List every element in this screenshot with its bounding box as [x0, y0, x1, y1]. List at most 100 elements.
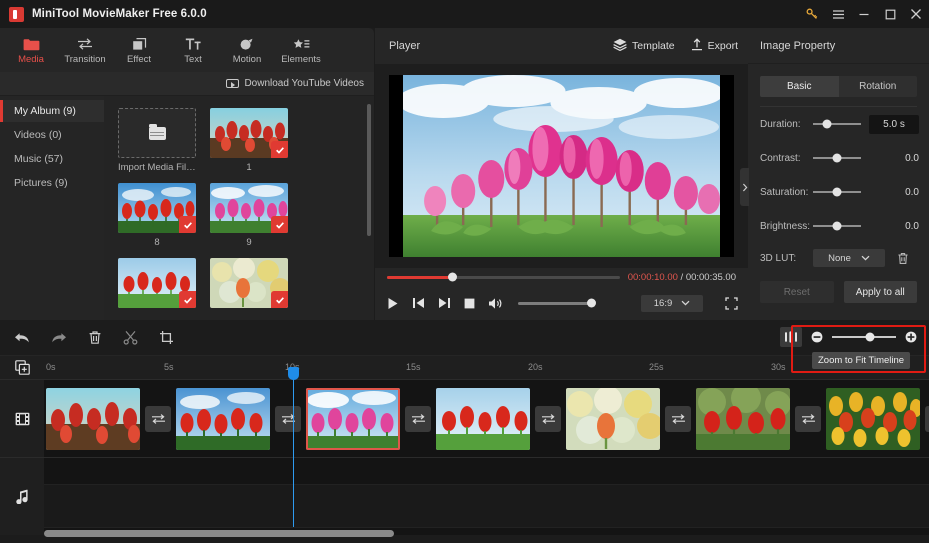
- timeline-clip-selected[interactable]: [306, 387, 400, 450]
- volume-icon[interactable]: [488, 297, 503, 310]
- fit-timeline-icon[interactable]: [780, 327, 802, 347]
- media-item[interactable]: [118, 258, 196, 312]
- ruler-tick: 0s: [46, 361, 56, 372]
- timeline-horizontal-scrollbar[interactable]: [44, 530, 394, 537]
- fullscreen-icon[interactable]: [725, 296, 738, 310]
- timeline-clip[interactable]: [566, 387, 660, 450]
- tab-text[interactable]: Text: [166, 28, 220, 72]
- clip-thumb-red-tulips-green: [696, 387, 790, 450]
- menu-icon[interactable]: [825, 0, 851, 28]
- timeline-zoom-group: [780, 327, 917, 347]
- duration-slider[interactable]: [813, 119, 861, 129]
- video-canvas[interactable]: [389, 75, 734, 257]
- lut-select[interactable]: None: [813, 249, 885, 267]
- sidebar-item-my-album[interactable]: My Album (9): [0, 100, 104, 122]
- reset-button[interactable]: Reset: [760, 281, 834, 303]
- zoom-slider-handle[interactable]: [865, 332, 875, 342]
- next-frame-icon[interactable]: [438, 297, 451, 309]
- aspect-ratio-select[interactable]: 16:9: [641, 294, 703, 312]
- zoom-in-icon[interactable]: [905, 331, 917, 343]
- volume-slider[interactable]: [518, 298, 596, 308]
- effect-squares-icon: [132, 35, 147, 51]
- transition-button[interactable]: [925, 405, 929, 432]
- add-media-icon[interactable]: [0, 360, 44, 375]
- tab-transition[interactable]: Transition: [58, 28, 112, 72]
- stop-icon[interactable]: [464, 298, 475, 309]
- delete-icon[interactable]: [88, 330, 102, 345]
- duration-value[interactable]: 5.0 s: [869, 114, 919, 134]
- media-thumbnail[interactable]: [210, 258, 288, 308]
- transition-button[interactable]: [535, 405, 561, 432]
- import-media-cell[interactable]: Import Media Files: [118, 108, 196, 173]
- split-icon[interactable]: [123, 330, 138, 345]
- contrast-slider[interactable]: [813, 153, 861, 163]
- tab-media[interactable]: Media: [4, 28, 58, 72]
- ruler-track[interactable]: 0s 5s 10s 15s 20s 25s 30s: [44, 356, 929, 380]
- slider-handle[interactable]: [832, 187, 842, 197]
- tab-elements[interactable]: Elements: [274, 28, 328, 72]
- time-separator: /: [677, 271, 686, 283]
- tab-rotation[interactable]: Rotation: [839, 76, 918, 97]
- media-thumbnail[interactable]: [210, 183, 288, 233]
- timeline-clip[interactable]: [696, 387, 790, 450]
- timeline-clip[interactable]: [46, 387, 140, 450]
- sidebar-item-pictures[interactable]: Pictures (9): [0, 172, 104, 194]
- delete-lut-icon[interactable]: [897, 252, 909, 265]
- timeline-zoom-slider[interactable]: [832, 332, 896, 342]
- tab-basic[interactable]: Basic: [760, 76, 839, 97]
- download-youtube-button[interactable]: Download YouTube Videos: [226, 78, 364, 89]
- playhead-handle[interactable]: [287, 366, 299, 380]
- previous-frame-icon[interactable]: [412, 297, 425, 309]
- crop-icon[interactable]: [159, 330, 174, 345]
- media-thumbnail[interactable]: [210, 108, 288, 158]
- seek-handle[interactable]: [447, 272, 457, 282]
- transition-button[interactable]: [405, 405, 431, 432]
- export-button[interactable]: Export: [691, 38, 738, 54]
- ruler-tick: 20s: [528, 361, 543, 372]
- slider-handle[interactable]: [832, 153, 842, 163]
- media-thumbnail[interactable]: [118, 183, 196, 233]
- key-icon[interactable]: [799, 0, 825, 28]
- video-track-lane[interactable]: [44, 380, 929, 457]
- play-icon[interactable]: [387, 297, 399, 310]
- apply-to-all-button[interactable]: Apply to all: [843, 281, 917, 303]
- tab-effect[interactable]: Effect: [112, 28, 166, 72]
- volume-handle[interactable]: [587, 298, 596, 308]
- timeline-clip[interactable]: [176, 387, 270, 450]
- seek-bar[interactable]: [387, 272, 620, 282]
- timeline-clip[interactable]: [436, 387, 530, 450]
- elements-star-icon: [293, 35, 310, 51]
- template-button[interactable]: Template: [613, 38, 675, 54]
- library-scrollbar[interactable]: [367, 104, 371, 236]
- export-icon: [691, 38, 703, 54]
- close-icon[interactable]: [903, 0, 929, 28]
- panel-collapse-handle[interactable]: [740, 168, 749, 206]
- import-media-box[interactable]: [118, 108, 196, 158]
- slider-handle[interactable]: [822, 119, 832, 129]
- media-item[interactable]: 1: [210, 108, 288, 173]
- media-item[interactable]: 8: [118, 183, 196, 248]
- saturation-label: Saturation:: [760, 186, 809, 198]
- transition-button[interactable]: [665, 405, 691, 432]
- media-item[interactable]: [210, 258, 288, 312]
- media-item[interactable]: 9: [210, 183, 288, 248]
- sidebar-item-music[interactable]: Music (57): [0, 148, 104, 170]
- saturation-slider[interactable]: [813, 187, 861, 197]
- sidebar-item-videos[interactable]: Videos (0): [0, 124, 104, 146]
- transition-button[interactable]: [795, 405, 821, 432]
- zoom-out-icon[interactable]: [811, 331, 823, 343]
- undo-icon[interactable]: [14, 331, 30, 345]
- brightness-slider[interactable]: [813, 221, 861, 231]
- media-thumbnail[interactable]: [118, 258, 196, 308]
- transition-button[interactable]: [145, 405, 171, 432]
- redo-icon[interactable]: [51, 331, 67, 345]
- brightness-value: 0.0: [905, 220, 919, 232]
- transition-button[interactable]: [275, 405, 301, 432]
- slider-handle[interactable]: [832, 221, 842, 231]
- minimize-icon[interactable]: [851, 0, 877, 28]
- audio-track-lane[interactable]: [44, 458, 929, 535]
- tab-motion[interactable]: Motion: [220, 28, 274, 72]
- timeline-ruler[interactable]: 0s 5s 10s 15s 20s 25s 30s: [0, 356, 929, 380]
- maximize-icon[interactable]: [877, 0, 903, 28]
- timeline-clip[interactable]: [826, 387, 920, 450]
